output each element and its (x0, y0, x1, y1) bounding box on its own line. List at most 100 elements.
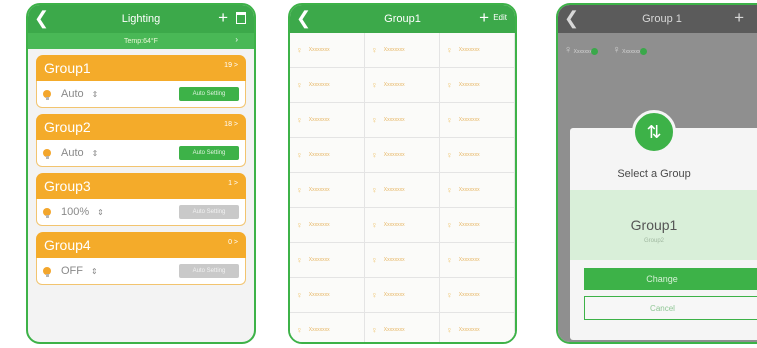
bulb-icon: ♀ (371, 45, 378, 55)
light-cell[interactable]: ♀ Xxxxxxxx (290, 68, 365, 103)
bulb-icon: ♀ (296, 115, 303, 125)
group-card: Group1 19 > Auto ⇕ Auto Setting (36, 55, 246, 108)
temperature-bar[interactable]: Temp:64°F › (28, 33, 254, 49)
trash-icon[interactable] (236, 12, 246, 24)
light-cell[interactable]: ♀ Xxxxxxxx (290, 173, 365, 208)
light-cell[interactable]: ♀ Xxxxxxxx (365, 33, 440, 68)
back-icon[interactable]: ❮ (564, 8, 579, 28)
light-cell[interactable]: ♀ Xxxxxxxx (440, 103, 515, 138)
group-header[interactable]: Group4 0 > (36, 232, 246, 258)
cancel-button[interactable]: Cancel (584, 296, 757, 320)
group-mode-select[interactable]: Auto (61, 147, 84, 159)
light-cell[interactable]: ♀ Xxxxxxxx (440, 33, 515, 68)
light-cell[interactable]: ♀ Xxxxxxxx (290, 138, 365, 173)
group-mode-select[interactable]: Auto (61, 88, 84, 100)
group-controls: 100% ⇕ Auto Setting (36, 199, 246, 226)
stepper-icon[interactable]: ⇕ (91, 267, 98, 276)
light-label: Xxxxxxxx (383, 292, 405, 298)
page-title: Group 1 (642, 13, 682, 25)
light-cell[interactable]: ♀ Xxxxxxxx (365, 68, 440, 103)
light-cell[interactable]: ♀ Xxxxxxxx (365, 243, 440, 278)
light-cell[interactable]: ♀ Xxxxxxxx (365, 138, 440, 173)
bulb-icon: ♀ (296, 80, 303, 90)
light-cell[interactable]: ♀ Xxxxxxxx (440, 68, 515, 103)
light-cell[interactable]: ♀ Xxxxxxxx (365, 208, 440, 243)
group-header[interactable]: Group3 1 > (36, 173, 246, 199)
add-icon[interactable]: + (479, 8, 489, 28)
light-label: Xxxxxxxx (458, 257, 480, 263)
edit-button[interactable]: Edit (493, 13, 507, 22)
group-count-badge: 0 > (228, 239, 238, 246)
bulb-icon: ♀ (446, 185, 453, 195)
nav-bar: ❮ Lighting + (28, 5, 254, 33)
add-icon[interactable]: + (218, 8, 228, 28)
stepper-icon[interactable]: ⇕ (97, 208, 104, 217)
bulb-icon: ♀ (446, 220, 453, 230)
bulb-icon: ♀ (296, 185, 303, 195)
bulb-icon: ♀ (446, 150, 453, 160)
group-controls: Auto ⇕ Auto Setting (36, 81, 246, 108)
group-picker[interactable]: Group1 Group2 (570, 190, 757, 260)
next-group-option[interactable]: Group2 (570, 238, 738, 244)
light-cell[interactable]: ♀ Xxxxxxxx (365, 278, 440, 313)
bulb-icon: ♀ (612, 44, 621, 56)
light-item: ♀ Xxxxxxxx (564, 44, 599, 56)
change-button[interactable]: Change (584, 268, 757, 290)
light-cell[interactable]: ♀ Xxxxxxxx (290, 208, 365, 243)
group-card: Group3 1 > 100% ⇕ Auto Setting (36, 173, 246, 226)
group-detail-screen: ❮ Group1 + Edit ♀ Xxxxxxxx ♀ Xxxxxxxx ♀ Xxxxx… (288, 3, 517, 344)
light-cell[interactable]: ♀ Xxxxxxxx (290, 103, 365, 138)
bulb-icon: ♀ (371, 80, 378, 90)
selected-group[interactable]: Group1 (570, 217, 738, 233)
background-light-row: ♀ Xxxxxxxx ♀ Xxxxxxxx (558, 33, 757, 67)
status-dot (591, 48, 599, 56)
group-count-badge: 1 > (228, 180, 238, 187)
light-label: Xxxxxxxx (308, 257, 330, 263)
stepper-icon[interactable]: ⇕ (92, 90, 99, 99)
bulb-icon (43, 149, 51, 159)
dim-overlay: ♀ Xxxxxxxx ♀ Xxxxxxxx ⇅ Select a Group G… (558, 33, 757, 342)
back-icon[interactable]: ❮ (34, 8, 49, 28)
auto-setting-button[interactable]: Auto Setting (179, 146, 239, 160)
light-cell[interactable]: ♀ Xxxxxxxx (290, 243, 365, 278)
nav-bar: ❮ Group 1 Ca + (558, 5, 757, 33)
group-mode-select[interactable]: 100% (61, 206, 89, 218)
light-cell[interactable]: ♀ Xxxxxxxx (365, 313, 440, 342)
add-icon[interactable]: + (734, 8, 744, 28)
auto-setting-button[interactable]: Auto Setting (179, 264, 239, 278)
bulb-icon: ♀ (296, 290, 303, 300)
light-cell[interactable]: ♀ Xxxxxxxx (290, 313, 365, 342)
light-label: Xxxxxxxx (458, 152, 480, 158)
group-header[interactable]: Group2 18 > (36, 114, 246, 140)
bulb-icon (43, 267, 51, 277)
bulb-icon: ♀ (296, 325, 303, 335)
light-cell[interactable]: ♀ Xxxxxxxx (440, 278, 515, 313)
stepper-icon[interactable]: ⇕ (92, 149, 99, 158)
group-mode-select[interactable]: OFF (61, 265, 83, 277)
light-label: Xxxxxxxx (308, 47, 330, 53)
chevron-right-icon: › (235, 35, 238, 44)
light-cell[interactable]: ♀ Xxxxxxxx (290, 278, 365, 313)
back-icon[interactable]: ❮ (296, 8, 311, 28)
light-cell[interactable]: ♀ Xxxxxxxx (365, 173, 440, 208)
group-controls: OFF ⇕ Auto Setting (36, 258, 246, 285)
light-label: Xxxxxxxx (458, 117, 480, 123)
light-item: ♀ Xxxxxxxx (612, 44, 647, 56)
auto-setting-button[interactable]: Auto Setting (179, 87, 239, 101)
light-cell[interactable]: ♀ Xxxxxxxx (440, 173, 515, 208)
light-label: Xxxxxxxx (308, 292, 330, 298)
light-cell[interactable]: ♀ Xxxxxxxx (290, 33, 365, 68)
light-cell[interactable]: ♀ Xxxxxxxx (440, 313, 515, 342)
light-label: Xxxxxxxx (383, 222, 405, 228)
select-group-dialog: ⇅ Select a Group Group1 Group2 Change Ca… (570, 110, 757, 340)
light-cell[interactable]: ♀ Xxxxxxxx (440, 208, 515, 243)
light-label: Xxxxxxxx (383, 117, 405, 123)
bulb-icon: ♀ (446, 325, 453, 335)
light-label: Xxxxxxxx (308, 187, 330, 193)
light-cell[interactable]: ♀ Xxxxxxxx (365, 103, 440, 138)
light-cell[interactable]: ♀ Xxxxxxxx (440, 243, 515, 278)
status-dot (639, 48, 647, 56)
auto-setting-button[interactable]: Auto Setting (179, 205, 239, 219)
group-header[interactable]: Group1 19 > (36, 55, 246, 81)
light-cell[interactable]: ♀ Xxxxxxxx (440, 138, 515, 173)
